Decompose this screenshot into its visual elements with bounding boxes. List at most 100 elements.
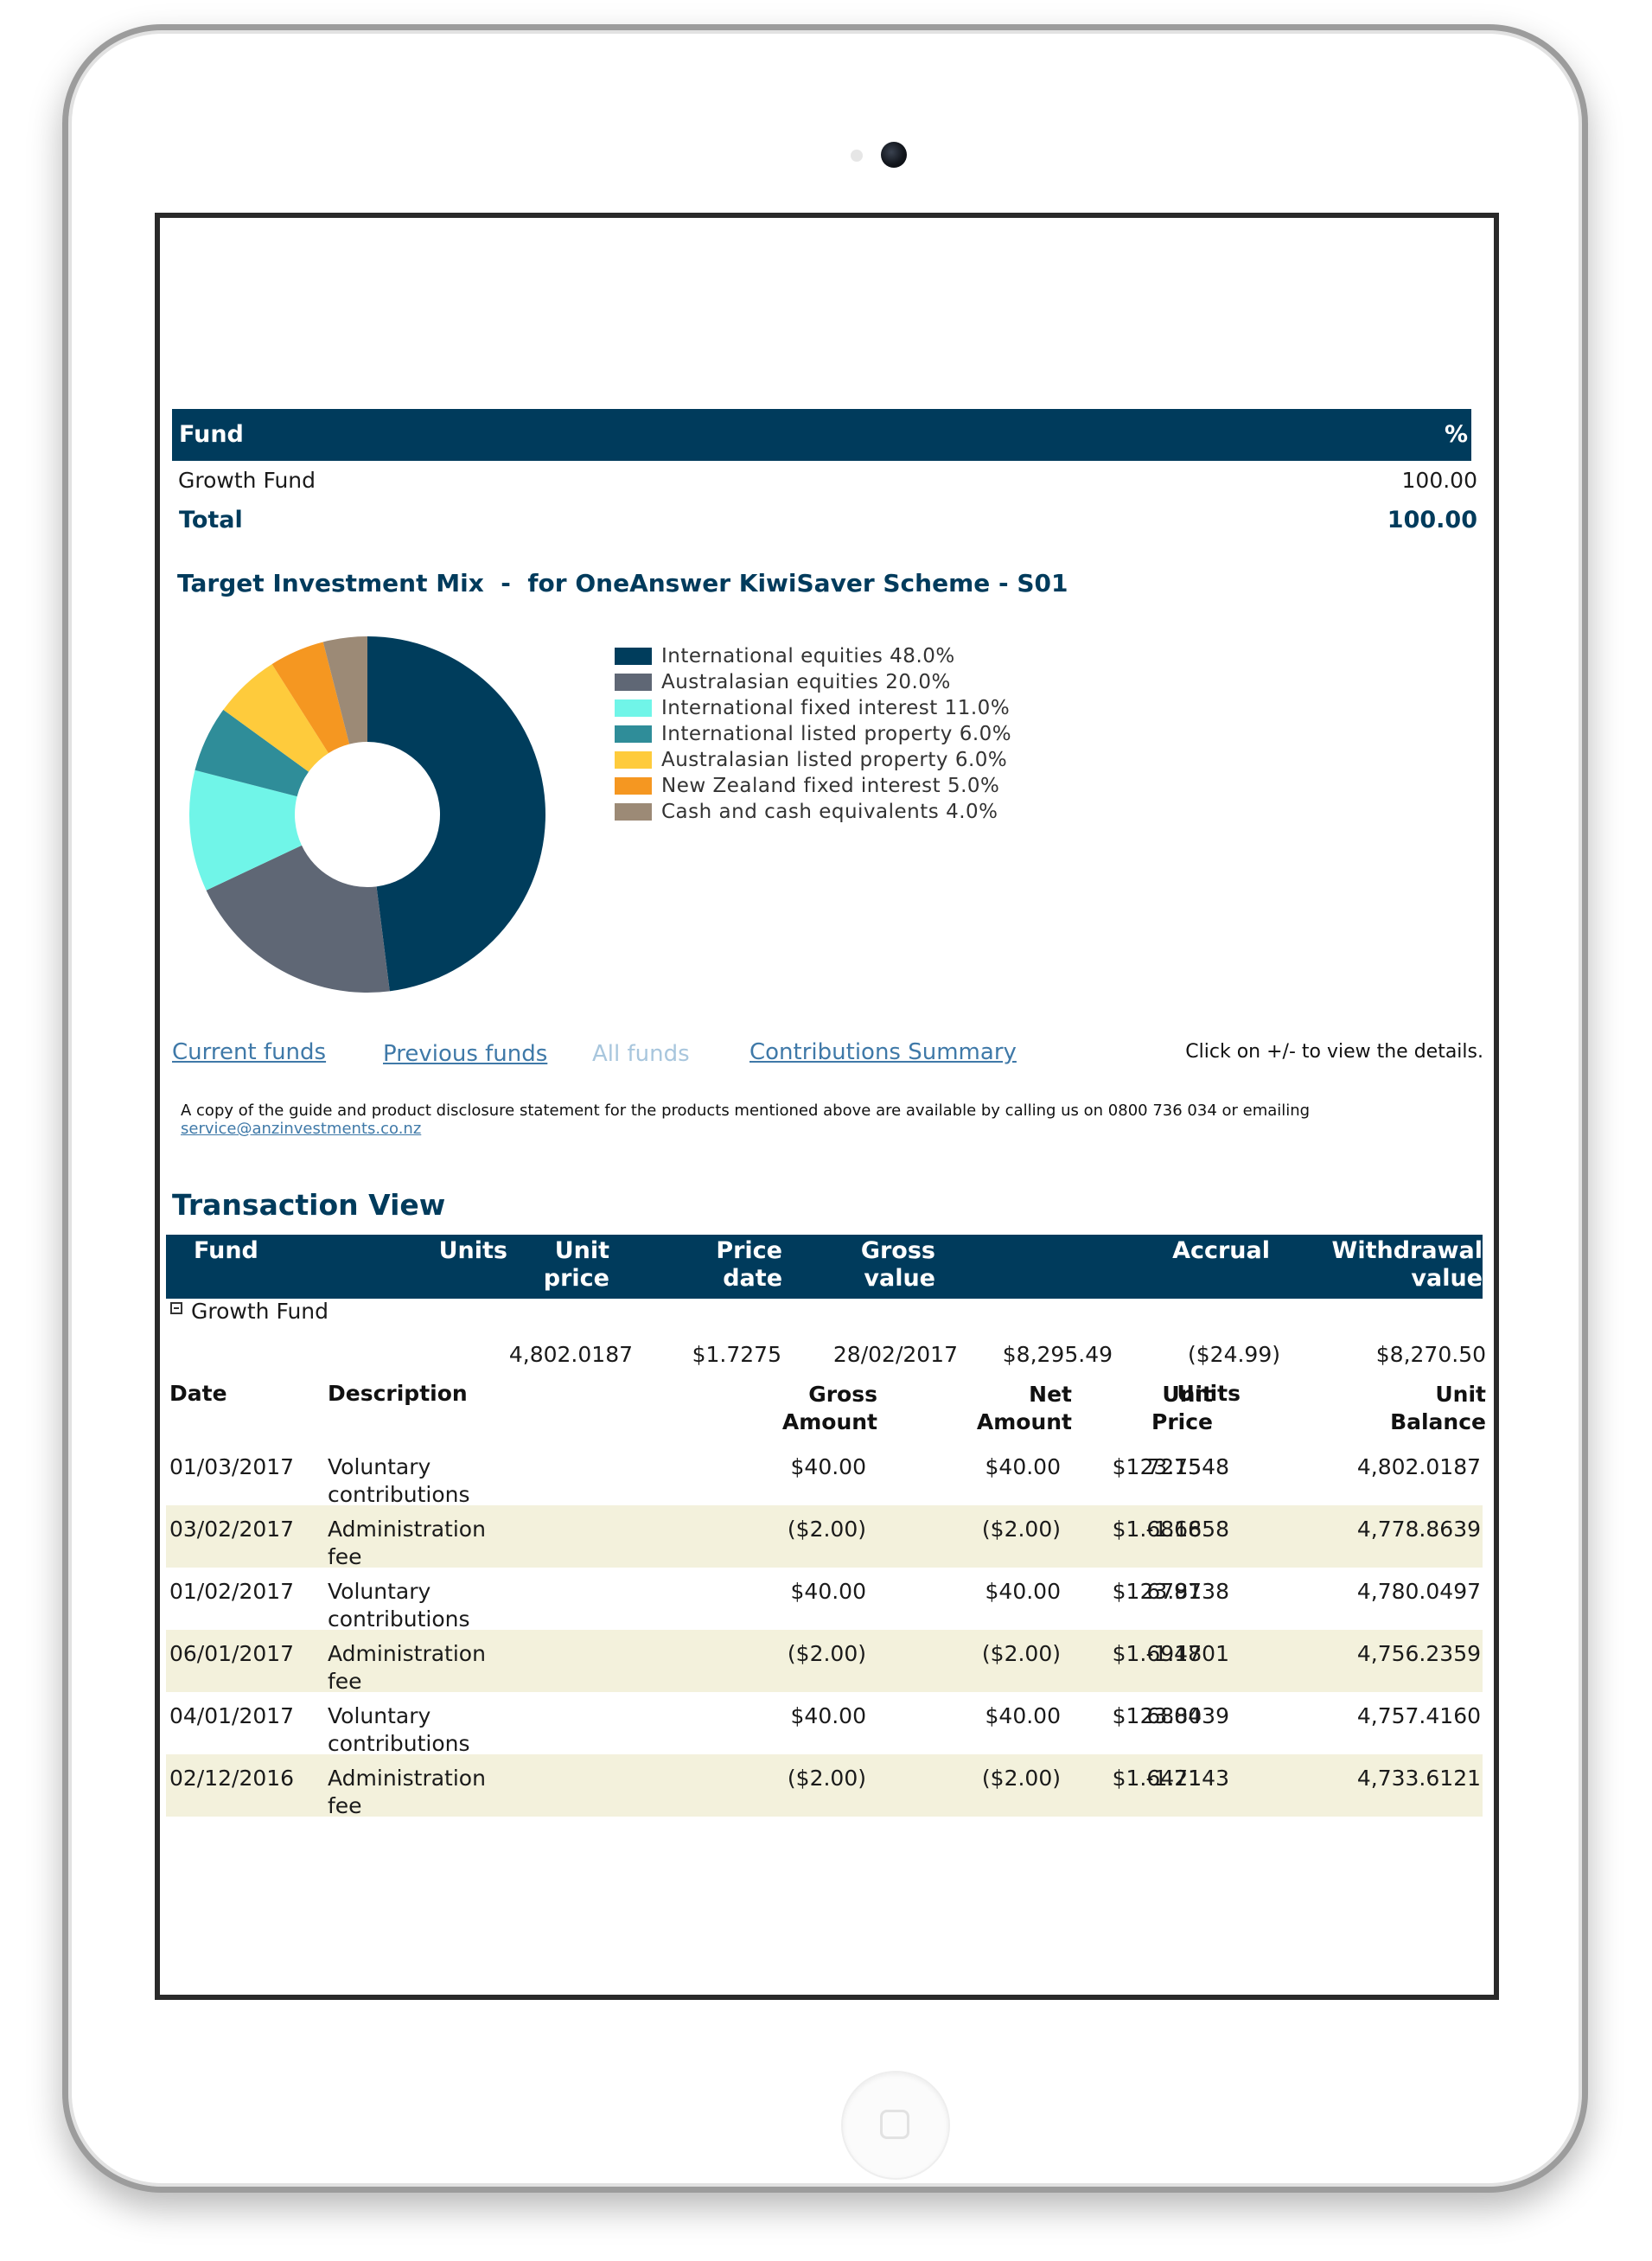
table-row: 06/01/2017 Administration fee ($2.00) ($2… <box>166 1630 1483 1694</box>
legend-swatch <box>615 777 652 795</box>
legend-item: Australasian listed property 6.0% <box>615 747 1011 773</box>
legend-swatch <box>615 751 652 769</box>
header-withdrawal-line2: value <box>1411 1265 1483 1292</box>
row-date: 06/01/2017 <box>169 1641 295 1666</box>
legend-swatch <box>615 803 652 821</box>
row-description-line1: Voluntary <box>328 1703 431 1728</box>
row-description: Administration fee <box>328 1640 486 1696</box>
row-net-amount: $40.00 <box>985 1579 1061 1604</box>
row-description: Voluntary contributions <box>328 1702 470 1758</box>
row-description-line1: Voluntary <box>328 1579 431 1604</box>
row-date: 03/02/2017 <box>169 1517 295 1542</box>
summary-units: 4,802.0187 <box>508 1342 633 1367</box>
row-description: Administration fee <box>328 1765 486 1820</box>
header-withdrawal-value: Withdrawal value <box>1332 1237 1483 1293</box>
header-unit-price-line2: price <box>543 1265 609 1292</box>
legend-item: International fixed interest 11.0% <box>615 695 1011 721</box>
legend-item: Australasian equities 20.0% <box>615 669 1011 695</box>
all-funds-link[interactable]: All funds <box>592 1041 690 1067</box>
previous-funds-link[interactable]: Previous funds <box>383 1041 547 1067</box>
legend-swatch <box>615 725 652 743</box>
header-unit-price-line1: Unit <box>554 1237 609 1264</box>
row-unit-balance: 4,757.4160 <box>1356 1703 1481 1728</box>
legend-item: New Zealand fixed interest 5.0% <box>615 773 1011 799</box>
row-gross-amount: ($2.00) <box>787 1517 866 1542</box>
table-row: 03/02/2017 Administration fee ($2.00) ($2… <box>166 1505 1483 1571</box>
row-unit-balance: 4,733.6121 <box>1356 1766 1481 1791</box>
row-units: -1.1801 <box>1145 1641 1230 1666</box>
detail-header-units: Units <box>1177 1381 1241 1406</box>
detail-header-net-line2: Amount <box>976 1409 1072 1434</box>
summary-unit-price: $1.7275 <box>692 1342 781 1367</box>
detail-header-unit-balance: Unit Balance <box>1390 1381 1486 1436</box>
row-gross-amount: ($2.00) <box>787 1641 866 1666</box>
row-date: 01/02/2017 <box>169 1579 295 1604</box>
contributions-summary-link[interactable]: Contributions Summary <box>749 1039 1017 1065</box>
detail-header-net-amount: Net Amount <box>977 1381 1072 1436</box>
email-link[interactable]: service@anzinvestments.co.nz <box>181 1120 421 1138</box>
home-button[interactable] <box>841 2071 950 2180</box>
legend-label: Australasian listed property 6.0% <box>661 749 1008 771</box>
screen: Fund % Growth Fund 100.00 Total 100.00 T… <box>155 213 1499 2000</box>
row-gross-amount: ($2.00) <box>787 1766 866 1791</box>
legend-label: International equities 48.0% <box>661 645 955 667</box>
header-price-date-line1: Price <box>716 1237 782 1264</box>
header-withdrawal-line1: Withdrawal <box>1331 1237 1483 1264</box>
header-accrual: Accrual <box>1172 1237 1270 1264</box>
header-gross-line2: value <box>864 1265 935 1292</box>
row-unit-balance: 4,780.0497 <box>1356 1579 1481 1604</box>
legend-swatch <box>615 648 652 665</box>
row-description: Administration fee <box>328 1516 486 1571</box>
legend-swatch <box>615 699 652 717</box>
legend-item: International listed property 6.0% <box>615 721 1011 747</box>
row-description-line1: Administration <box>328 1766 486 1791</box>
detail-header-date: Date <box>169 1381 227 1406</box>
summary-price-date: 28/02/2017 <box>832 1342 958 1367</box>
chart-legend: International equities 48.0% Australasian… <box>615 643 1011 825</box>
summary-withdrawal-value: $8,270.50 <box>1375 1342 1486 1367</box>
row-net-amount: ($2.00) <box>981 1641 1061 1666</box>
detail-header-gross-line1: Gross <box>808 1382 877 1407</box>
header-fund: Fund <box>194 1237 258 1264</box>
row-date: 01/03/2017 <box>169 1454 295 1479</box>
detail-header-net-line1: Net <box>1029 1382 1072 1407</box>
detail-header-gross-amount: Gross Amount <box>782 1381 877 1436</box>
row-description-line1: Voluntary <box>328 1454 431 1479</box>
fund-table-header: Fund % <box>172 409 1471 461</box>
row-unit-balance: 4,802.0187 <box>1356 1454 1481 1479</box>
transaction-table-header: Fund Units Unit price Price date Gross v… <box>166 1235 1483 1299</box>
header-gross-value: Gross value <box>861 1237 935 1293</box>
row-gross-amount: $40.00 <box>790 1579 866 1604</box>
fund-row-pct: 100.00 <box>1401 468 1477 493</box>
collapse-toggle-icon[interactable] <box>170 1302 182 1314</box>
row-net-amount: ($2.00) <box>981 1766 1061 1791</box>
legend-label: Australasian equities 20.0% <box>661 671 951 693</box>
row-units: 23.8039 <box>1139 1703 1229 1728</box>
table-row: 01/02/2017 Voluntary contributions $40.00… <box>166 1568 1483 1632</box>
total-value: 100.00 <box>1387 507 1477 533</box>
summary-gross-value: $8,295.49 <box>1002 1342 1113 1367</box>
detail-header-description: Description <box>328 1381 468 1406</box>
transaction-fund-name: Growth Fund <box>191 1299 329 1324</box>
legend-label: New Zealand fixed interest 5.0% <box>661 775 1000 797</box>
disclosure-text: A copy of the guide and product disclosu… <box>181 1102 1311 1120</box>
detail-header-unit-price-line2: Price <box>1151 1409 1213 1434</box>
percent-column-header: % <box>1444 421 1468 448</box>
legend-label: International listed property 6.0% <box>661 723 1012 745</box>
row-gross-amount: $40.00 <box>790 1454 866 1479</box>
fund-column-header: Fund <box>179 421 244 448</box>
legend-swatch <box>615 674 652 691</box>
row-description-line2: fee <box>328 1793 362 1818</box>
row-description: Voluntary contributions <box>328 1453 470 1509</box>
row-units: -1.1858 <box>1145 1517 1230 1542</box>
row-units: 23.8138 <box>1139 1579 1229 1604</box>
row-net-amount: ($2.00) <box>981 1517 1061 1542</box>
details-hint: Click on +/- to view the details. <box>1185 1041 1483 1063</box>
investment-mix-title: Target Investment Mix - for OneAnswer Ki… <box>177 569 1068 597</box>
row-net-amount: $40.00 <box>985 1454 1061 1479</box>
disclosure-note: A copy of the guide and product disclosu… <box>181 1102 1310 1138</box>
current-funds-link[interactable]: Current funds <box>172 1039 326 1065</box>
row-net-amount: $40.00 <box>985 1703 1061 1728</box>
row-date: 02/12/2016 <box>169 1766 295 1791</box>
total-label: Total <box>179 507 243 533</box>
